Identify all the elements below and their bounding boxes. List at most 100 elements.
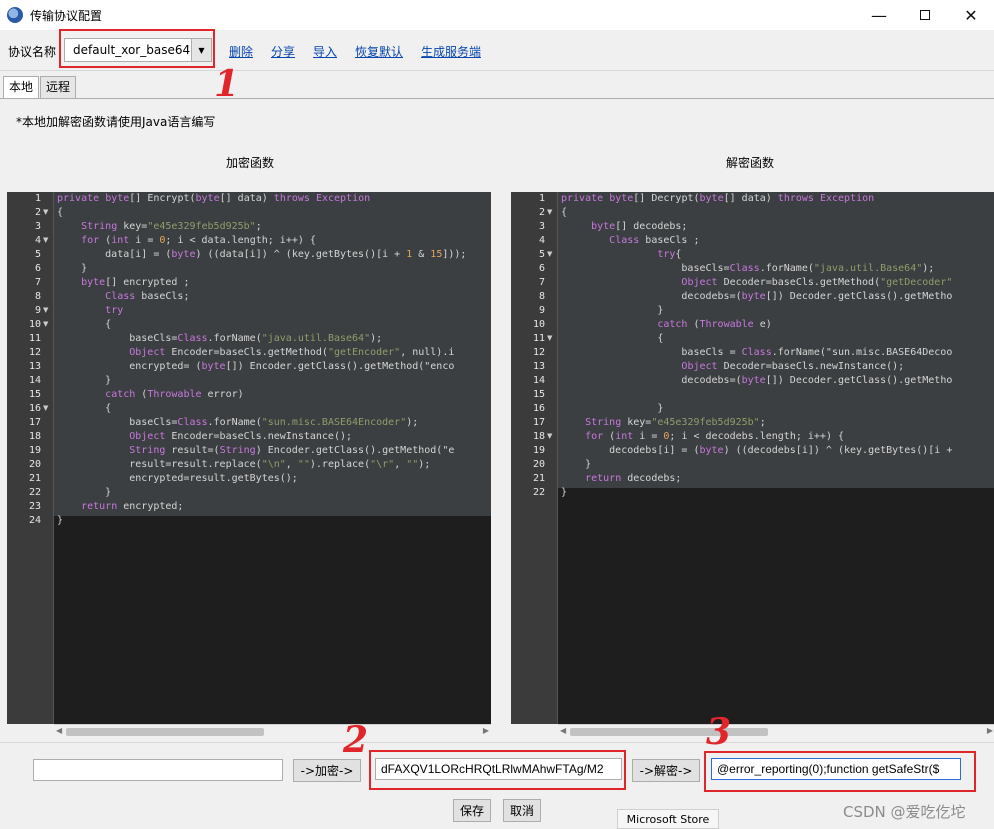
fold-icon[interactable]: ▼ (547, 250, 556, 259)
share-link[interactable]: 分享 (271, 43, 295, 60)
line-number: 12 (532, 347, 545, 358)
tab-remote[interactable]: 远程 (40, 76, 77, 98)
line-number: 18 (532, 431, 545, 442)
line-number: 6 (538, 263, 545, 274)
encrypt-button[interactable]: ->加密-> (293, 759, 361, 782)
protocol-config-window: 传输协议配置 — ✕ 协议名称 default_xor_base64 ▼ 删除 … (0, 0, 994, 829)
line-number: 2 (538, 207, 545, 218)
tab-bar: 本地 远程 (3, 76, 77, 98)
fold-icon[interactable]: ▼ (43, 306, 52, 315)
line-number: 9 (34, 305, 41, 316)
line-number: 19 (532, 445, 545, 456)
fold-icon[interactable]: ▼ (547, 208, 556, 217)
scroll-right-icon[interactable]: ▶ (987, 726, 993, 735)
code-line: Class baseCls ; (609, 235, 700, 246)
code-line: { (561, 333, 664, 344)
code-line: String result=(String) Encoder.getClass(… (129, 445, 455, 456)
line-number: 21 (28, 473, 41, 484)
code-line: return decodebs; (585, 473, 682, 484)
line-number: 14 (28, 375, 41, 386)
line-number-gutter: 1 2 ▼ 3 4 5 ▼ 6 7 8 9 10 11 ▼ 12 13 14 15 16 17 18 ▼ 19 20 21 22 (511, 192, 558, 724)
close-button[interactable]: ✕ (948, 0, 994, 30)
fold-icon[interactable]: ▼ (43, 320, 52, 329)
line-number: 13 (532, 361, 545, 372)
code-line: { (561, 207, 568, 218)
generate-server-link[interactable]: 生成服务端 (421, 43, 481, 60)
tab-panel-border (0, 98, 994, 99)
code-line: baseCls=Class.forName("java.util.Base64"… (57, 333, 383, 344)
delete-link[interactable]: 删除 (229, 43, 253, 60)
save-button[interactable]: 保存 (453, 799, 491, 822)
fold-icon[interactable]: ▼ (43, 404, 52, 413)
line-number: 17 (532, 417, 545, 428)
line-number: 1 (538, 193, 545, 204)
line-number: 4 (34, 235, 41, 246)
import-link[interactable]: 导入 (313, 43, 337, 60)
horizontal-scrollbar[interactable]: ◀ ▶ (54, 724, 491, 738)
line-number: 23 (28, 501, 41, 512)
horizontal-scrollbar[interactable]: ◀ ▶ (558, 724, 994, 738)
code-line: Object Decoder=baseCls.getMethod("getDec… (681, 277, 953, 288)
code-line: for (int i = 0; i < data.length; i++) { (81, 235, 316, 246)
restore-default-link[interactable]: 恢复默认 (355, 43, 403, 60)
maximize-button[interactable] (902, 0, 948, 30)
annotation-number-2: 2 (343, 719, 369, 761)
code-area[interactable]: private byte[] Decrypt(byte[] data) thro… (558, 192, 994, 724)
line-number: 5 (34, 249, 41, 260)
code-line: decodebs[i] = (byte) ((decodebs[i]) ^ (k… (561, 445, 953, 456)
line-number: 15 (532, 389, 545, 400)
code-line: String key="e45e329feb5d925b"; (585, 417, 766, 428)
code-line: baseCls = Class.forName("sun.misc.BASE64… (561, 347, 953, 358)
scroll-left-icon[interactable]: ◀ (560, 726, 566, 735)
code-line: } (57, 263, 88, 274)
encrypt-code-editor[interactable]: 1 2 ▼ 3 4 ▼ 5 6 7 8 9 ▼ 10 ▼ 11 12 13 14 15 16 ▼ 17 18 19 20 21 22… (7, 192, 491, 738)
minimize-button[interactable]: — (856, 0, 902, 30)
line-number: 5 (538, 249, 545, 260)
code-line: catch (Throwable error) (105, 389, 244, 400)
line-number: 18 (28, 431, 41, 442)
fold-icon[interactable]: ▼ (43, 208, 52, 217)
line-number: 10 (532, 319, 545, 330)
code-line: } (561, 487, 568, 498)
decrypt-heading: 解密函数 (726, 156, 775, 170)
code-line: result=result.replace("\n", "").replace(… (57, 459, 431, 470)
code-area[interactable]: private byte[] Encrypt(byte[] data) thro… (54, 192, 491, 724)
line-number-gutter: 1 2 ▼ 3 4 ▼ 5 6 7 8 9 ▼ 10 ▼ 11 12 13 14 15 16 ▼ 17 18 19 20 21 22… (7, 192, 54, 724)
scrollbar-thumb[interactable] (66, 728, 264, 736)
fold-icon[interactable]: ▼ (43, 236, 52, 245)
code-line: } (561, 305, 664, 316)
app-icon (7, 7, 23, 23)
line-number: 22 (532, 487, 545, 498)
code-line: } (57, 487, 112, 498)
code-line: private byte[] Decrypt(byte[] data) thro… (561, 193, 875, 204)
line-number: 11 (532, 333, 545, 344)
title-bar: 传输协议配置 — ✕ (0, 0, 994, 30)
scroll-left-icon[interactable]: ◀ (56, 726, 62, 735)
code-line: try (105, 305, 124, 316)
decrypt-code-editor[interactable]: 1 2 ▼ 3 4 5 ▼ 6 7 8 9 10 11 ▼ 12 13 14 15 16 17 18 ▼ 19 20 21 22 … (511, 192, 994, 738)
decrypt-button[interactable]: ->解密-> (632, 759, 700, 782)
cancel-button[interactable]: 取消 (503, 799, 541, 822)
line-number: 22 (28, 487, 41, 498)
code-line: private byte[] Encrypt(byte[] data) thro… (57, 193, 371, 204)
code-line: decodebs=(byte[]) Decoder.getClass().get… (561, 291, 953, 302)
code-line: byte[] encrypted ; (81, 277, 190, 288)
line-number: 7 (34, 277, 41, 288)
line-number: 11 (28, 333, 41, 344)
line-number: 10 (28, 319, 41, 330)
line-number: 13 (28, 361, 41, 372)
tab-local[interactable]: 本地 (3, 76, 40, 98)
fold-icon[interactable]: ▼ (547, 432, 556, 441)
line-number: 15 (28, 389, 41, 400)
toolbar-divider (0, 70, 994, 71)
code-line: return encrypted; (81, 501, 184, 512)
code-line: String key="e45e329feb5d925b"; (81, 221, 262, 232)
fold-icon[interactable]: ▼ (547, 334, 556, 343)
scroll-right-icon[interactable]: ▶ (483, 726, 489, 735)
line-number: 24 (28, 515, 41, 526)
plaintext-input[interactable] (33, 759, 283, 781)
scrollbar-thumb[interactable] (570, 728, 768, 736)
code-line: Object Encoder=baseCls.newInstance(); (129, 431, 353, 442)
line-number: 4 (538, 235, 545, 246)
